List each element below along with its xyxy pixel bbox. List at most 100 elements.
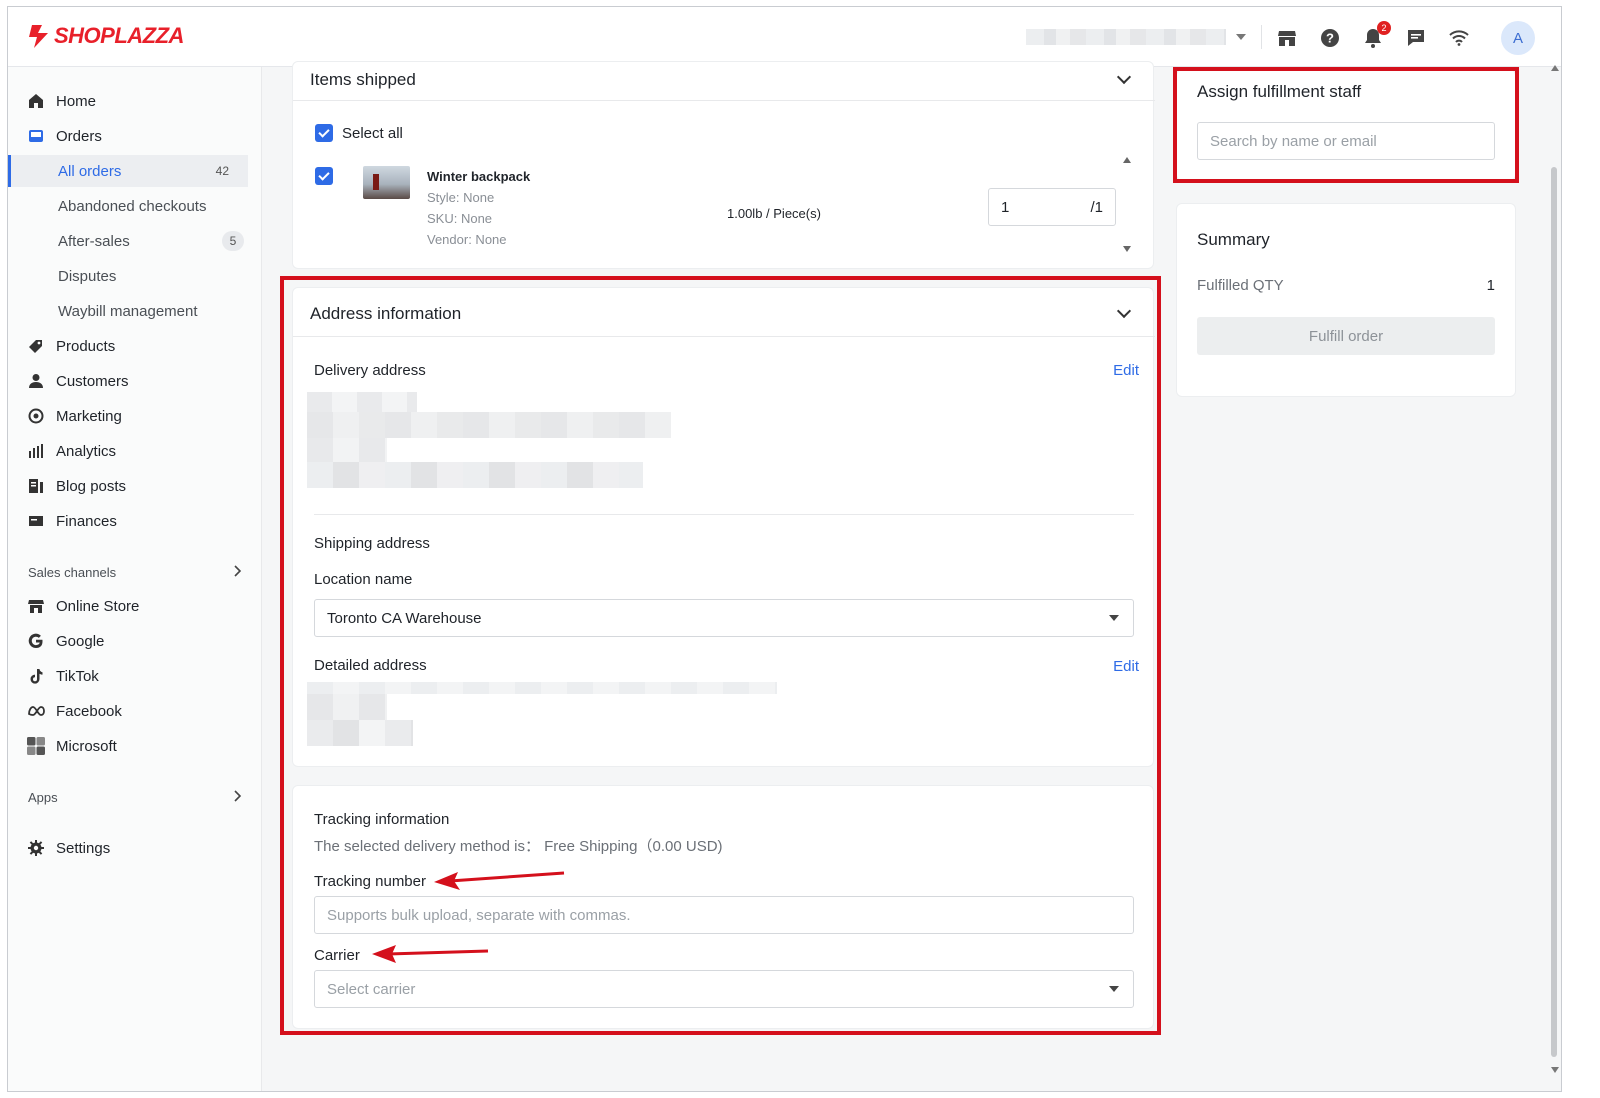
sidebar-item-label: Facebook: [56, 702, 122, 720]
shoplazza-logo-icon: [29, 25, 48, 48]
chevron-right-icon: [234, 564, 242, 580]
sidebar-item-label: Finances: [56, 512, 117, 530]
bell-icon[interactable]: 2: [1362, 21, 1391, 49]
sidebar: Home Orders All orders 42 Abandoned chec…: [8, 67, 262, 1091]
select-all-checkbox[interactable]: [315, 124, 333, 142]
highlight-box-staff: [1173, 67, 1519, 183]
item-checkbox[interactable]: [315, 167, 333, 185]
product-thumbnail: [363, 166, 410, 199]
sidebar-item-after-sales[interactable]: After-sales 5: [8, 225, 262, 257]
sidebar-item-microsoft[interactable]: Microsoft: [8, 729, 262, 763]
divider: [293, 100, 1155, 101]
scrollbar[interactable]: [1549, 65, 1559, 1077]
sidebar-item-label: Marketing: [56, 407, 122, 425]
arrow-annotation-icon: [372, 945, 489, 963]
sidebar-item-label: Online Store: [56, 597, 140, 615]
notification-badge: 2: [1377, 21, 1391, 35]
item-vendor: Vendor: None: [427, 232, 507, 247]
sidebar-item-products[interactable]: Products: [8, 329, 262, 363]
apps-header[interactable]: Apps: [28, 785, 242, 809]
chevron-right-icon: [234, 789, 242, 805]
scroll-down-icon[interactable]: [1551, 1067, 1559, 1073]
count-badge: 5: [222, 231, 244, 251]
count-badge: 42: [215, 164, 229, 178]
orders-icon: [26, 126, 46, 146]
fulfill-order-button[interactable]: Fulfill order: [1197, 317, 1495, 355]
scroll-up-icon[interactable]: [1551, 65, 1559, 71]
divider: [1261, 25, 1262, 49]
select-all-label: Select all: [342, 124, 403, 142]
sidebar-item-label: TikTok: [56, 667, 99, 685]
item-sku: SKU: None: [427, 211, 493, 226]
sidebar-item-label: Settings: [56, 839, 111, 857]
tiktok-icon: [26, 666, 46, 686]
scrollbar-thumb[interactable]: [1551, 167, 1557, 1057]
sidebar-item-marketing[interactable]: Marketing: [8, 399, 262, 433]
fulfilled-qty-value: 1: [1486, 277, 1495, 294]
sidebar-item-label: Customers: [56, 372, 129, 390]
gear-icon: [26, 838, 46, 858]
person-icon: [26, 371, 46, 391]
sales-channels-header[interactable]: Sales channels: [28, 560, 242, 584]
sidebar-item-blog-posts[interactable]: Blog posts: [8, 469, 262, 503]
top-icons: ? 2 A: [1276, 21, 1535, 55]
sidebar-item-tiktok[interactable]: TikTok: [8, 659, 262, 693]
sidebar-item-google[interactable]: Google: [8, 624, 262, 658]
items-shipped-card: Items shipped Select all Winter backpack…: [292, 61, 1155, 269]
target-icon: [26, 406, 46, 426]
scroll-down-icon[interactable]: [1123, 246, 1131, 252]
item-details: Winter backpack Style: None SKU: None Ve…: [427, 166, 530, 250]
scroll-up-icon[interactable]: [1123, 157, 1131, 163]
item-name: Winter backpack: [427, 169, 531, 184]
sidebar-item-label: Google: [56, 632, 105, 650]
tag-icon: [26, 336, 46, 356]
item-weight: 1.00lb / Piece(s): [727, 206, 821, 221]
sidebar-item-label: After-sales: [58, 232, 130, 250]
card-title: Summary: [1197, 230, 1270, 249]
sidebar-item-all-orders[interactable]: All orders 42: [8, 155, 248, 187]
wifi-icon[interactable]: [1448, 27, 1470, 49]
sidebar-item-label: Orders: [56, 127, 102, 145]
blog-icon: [26, 476, 46, 496]
sidebar-item-settings[interactable]: Settings: [8, 831, 262, 865]
brand-name: SHOPLAZZA: [54, 23, 184, 48]
sidebar-item-disputes[interactable]: Disputes: [8, 260, 262, 292]
sidebar-item-label: Home: [56, 92, 97, 110]
home-icon: [26, 91, 46, 111]
arrow-annotation-icon: [434, 871, 565, 890]
store-selector[interactable]: [1026, 27, 1246, 47]
select-all-row[interactable]: Select all: [315, 124, 403, 142]
sidebar-item-label: Analytics: [56, 442, 117, 460]
chevron-down-icon: [1236, 34, 1246, 40]
sidebar-item-online-store[interactable]: Online Store: [8, 589, 262, 623]
sidebar-item-home[interactable]: Home: [8, 84, 262, 118]
chevron-down-icon[interactable]: [1116, 69, 1132, 85]
store-icon[interactable]: [1276, 27, 1298, 49]
card-title: Items shipped: [310, 70, 416, 89]
sidebar-item-orders[interactable]: Orders: [8, 119, 262, 153]
sidebar-item-facebook[interactable]: Facebook: [8, 694, 262, 728]
help-icon[interactable]: ?: [1319, 27, 1341, 49]
quantity-value: 1: [1001, 198, 1010, 216]
sidebar-item-label: Blog posts: [56, 477, 127, 495]
sidebar-item-abandoned-checkouts[interactable]: Abandoned checkouts: [8, 190, 262, 222]
fulfilled-qty-label: Fulfilled QTY: [1197, 277, 1284, 294]
sidebar-item-waybill-management[interactable]: Waybill management: [8, 295, 262, 327]
sidebar-item-customers[interactable]: Customers: [8, 364, 262, 398]
section-label: Sales channels: [28, 564, 117, 580]
finance-icon: [26, 511, 46, 531]
item-style: Style: None: [427, 190, 495, 205]
avatar[interactable]: A: [1501, 21, 1535, 55]
quantity-total: /1: [1090, 198, 1103, 216]
bar-chart-icon: [26, 441, 46, 461]
store-name-redacted: [1026, 29, 1226, 45]
sidebar-item-label: All orders: [58, 162, 122, 180]
sidebar-item-finances[interactable]: Finances: [8, 504, 262, 538]
chat-icon[interactable]: [1405, 27, 1427, 49]
section-label: Apps: [28, 789, 58, 805]
quantity-field[interactable]: 1 /1: [988, 188, 1116, 226]
sidebar-item-analytics[interactable]: Analytics: [8, 434, 262, 468]
shoplazza-logo[interactable]: SHOPLAZZA: [28, 23, 184, 49]
meta-icon: [26, 701, 46, 721]
store-icon: [26, 596, 46, 616]
